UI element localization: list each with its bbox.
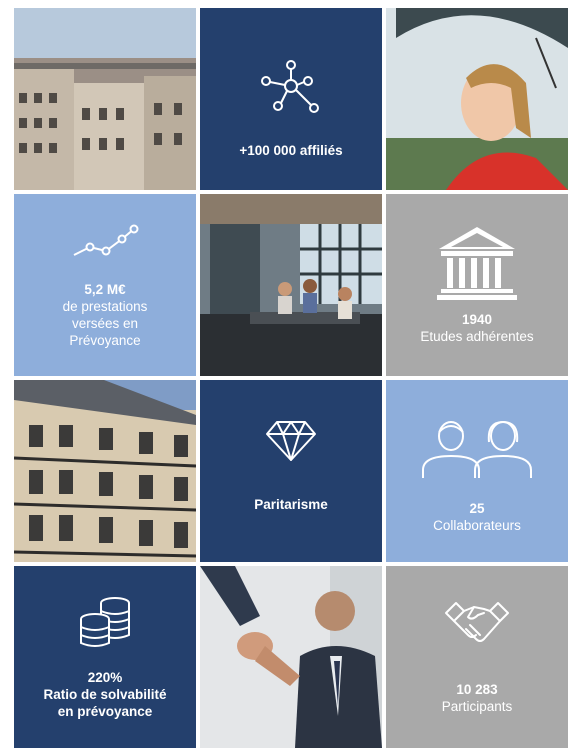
solvabilite-line1: Ratio de solvabilité bbox=[43, 686, 167, 702]
line-chart-icon bbox=[73, 224, 139, 256]
etudes-label: Etudes adhérentes bbox=[420, 329, 534, 344]
solvabilite-value: 220% bbox=[87, 669, 123, 685]
prestations-line1: de prestations bbox=[62, 299, 148, 314]
diamond-icon bbox=[266, 420, 316, 461]
solvabilite-line2: en prévoyance bbox=[57, 703, 153, 719]
etudes-value: 1940 bbox=[461, 312, 493, 327]
bank-building-icon bbox=[437, 227, 517, 300]
people-icon bbox=[422, 420, 532, 478]
paritarisme-tile: Paritarisme bbox=[200, 380, 382, 562]
paris-rooftops-photo bbox=[14, 8, 196, 190]
etudes-tile: 1940 Etudes adhérentes bbox=[386, 194, 568, 376]
affilies-text: +100 000 affiliés bbox=[239, 142, 343, 158]
collaborateurs-value: 25 bbox=[469, 501, 485, 516]
network-icon bbox=[261, 59, 319, 113]
coins-icon bbox=[80, 596, 130, 647]
solvabilite-tile: 220% Ratio de solvabilité en prévoyance bbox=[14, 566, 196, 748]
haussmann-building-photo bbox=[14, 380, 196, 562]
prestations-line2: versées en bbox=[71, 316, 139, 331]
participants-value: 10 283 bbox=[456, 682, 498, 697]
handshake-photo bbox=[200, 566, 382, 748]
prestations-value: 5,2 M€ bbox=[84, 282, 126, 297]
participants-tile: 10 283 Participants bbox=[386, 566, 568, 748]
woman-umbrella-photo bbox=[386, 8, 568, 190]
meeting-room-photo bbox=[200, 194, 382, 376]
paritarisme-text: Paritarisme bbox=[254, 496, 328, 512]
prestations-line3: Prévoyance bbox=[69, 333, 141, 348]
prestations-tile: 5,2 M€ de prestations versées en Prévoya… bbox=[14, 194, 196, 376]
collaborateurs-label: Collaborateurs bbox=[433, 518, 521, 533]
handshake-icon bbox=[445, 602, 509, 642]
participants-label: Participants bbox=[441, 699, 513, 714]
collaborateurs-tile: 25 Collaborateurs bbox=[386, 380, 568, 562]
affilies-tile: +100 000 affiliés bbox=[200, 8, 382, 190]
